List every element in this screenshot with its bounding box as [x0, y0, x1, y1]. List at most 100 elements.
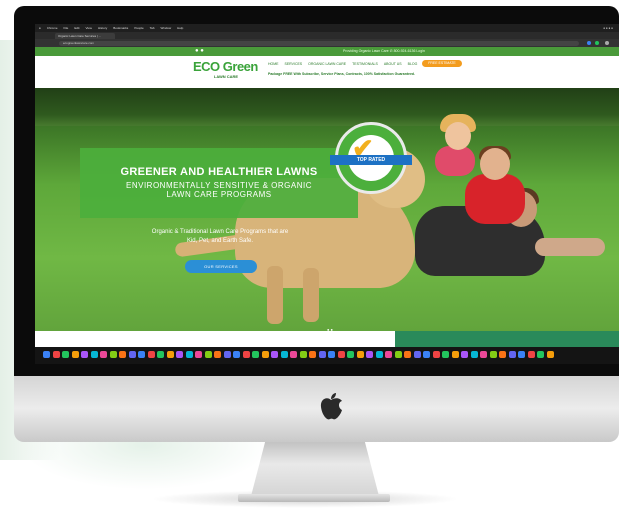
extension-icon[interactable] [587, 41, 591, 45]
taskbar-app-icon[interactable] [252, 351, 259, 358]
menu-item[interactable]: History [98, 26, 107, 30]
taskbar-app-icon[interactable] [147, 351, 155, 358]
taskbar-app-icon[interactable] [385, 351, 392, 358]
hero-subtitle: ENVIRONMENTALLY SENSITIVE & ORGANIC LAWN… [80, 181, 358, 199]
extension-icon[interactable] [595, 41, 599, 45]
nav-item-blog[interactable]: BLOG [408, 62, 418, 66]
imac-stand [250, 440, 380, 500]
taskbar-app-icon[interactable] [470, 351, 478, 358]
hero-photo-person-legs [535, 238, 605, 256]
hero-photo-girl-head [445, 122, 471, 150]
nav-item-home[interactable]: HOME [268, 62, 279, 66]
taskbar-app-icon[interactable] [81, 351, 88, 358]
taskbar-app-icon[interactable] [461, 351, 468, 358]
taskbar-app-icon[interactable] [309, 351, 316, 358]
taskbar-app-icon[interactable] [451, 351, 459, 358]
main-nav: HOME SERVICES ORGANIC LAWN CARE TESTIMON… [268, 62, 417, 66]
taskbar-app-icon[interactable] [290, 351, 297, 358]
hero-title: GREENER AND HEALTHIER LAWNS [120, 166, 318, 178]
taskbar-app-icon[interactable] [508, 351, 516, 358]
taskbar-app-icon[interactable] [347, 351, 354, 358]
taskbar-app-icon[interactable] [195, 351, 202, 358]
taskbar-app-icon[interactable] [280, 351, 288, 358]
taskbar-app-icon[interactable] [138, 351, 145, 358]
taskbar-app-icon[interactable] [432, 351, 440, 358]
taskbar-app-icon[interactable] [489, 351, 497, 358]
site-utility-bar: ● ● Providing Organic Lawn Care ✆ 800-92… [35, 47, 619, 56]
taskbar-app-icon[interactable] [204, 351, 212, 358]
taskbar-app-icon[interactable] [518, 351, 525, 358]
nav-item-services[interactable]: SERVICES [285, 62, 303, 66]
taskbar-app-icon[interactable] [43, 351, 50, 358]
menu-item[interactable]: Edit [74, 26, 79, 30]
menu-item[interactable]: Tab [150, 26, 155, 30]
taskbar-app-icon[interactable] [442, 351, 449, 358]
profile-icon[interactable] [605, 41, 609, 45]
site-header: ECO Green LAWN CARE HOME SERVICES ORGANI… [35, 56, 619, 88]
taskbar-app-icon[interactable] [337, 351, 345, 358]
menu-item[interactable]: Bookmarks [113, 26, 128, 30]
taskbar-app-icon[interactable] [242, 351, 250, 358]
taskbar-app-icon[interactable] [128, 351, 136, 358]
taskbar-app-icon[interactable] [527, 351, 535, 358]
taskbar-app-icon[interactable] [318, 351, 326, 358]
social-icons[interactable]: ● ● [195, 48, 204, 54]
menu-item[interactable]: Help [177, 26, 183, 30]
our-services-button[interactable]: OUR SERVICES [185, 260, 257, 273]
taskbar-app-icon[interactable] [233, 351, 240, 358]
taskbar-app-icon[interactable] [214, 351, 221, 358]
free-estimate-button[interactable]: FREE ESTIMATE [422, 60, 462, 67]
taskbar-app-icon[interactable] [271, 351, 278, 358]
taskbar-app-icon[interactable] [52, 351, 60, 358]
address-bar[interactable]: ecogreenlawncare.com [59, 40, 579, 46]
menu-item[interactable]: Window [161, 26, 172, 30]
taskbar-app-icon[interactable] [546, 351, 554, 358]
taskbar-app-icon[interactable] [375, 351, 383, 358]
apple-menu-icon[interactable]: ● [39, 26, 41, 30]
taskbar-app-icon[interactable] [62, 351, 69, 358]
taskbar-app-icon[interactable] [328, 351, 335, 358]
taskbar-app-icon[interactable] [166, 351, 174, 358]
hero-photo-dog-leg [303, 268, 319, 322]
hero-body-line: Organic & Traditional Lawn Care Programs… [151, 229, 289, 235]
taskbar-app-icon[interactable] [185, 351, 193, 358]
taskbar-app-icon[interactable] [176, 351, 183, 358]
nav-item-testimonials[interactable]: TESTIMONIALS [352, 62, 378, 66]
nav-item-about[interactable]: ABOUT US [384, 62, 402, 66]
taskbar-app-icon[interactable] [223, 351, 231, 358]
taskbar-app-icon[interactable] [394, 351, 402, 358]
taskbar-app-icon[interactable] [299, 351, 307, 358]
taskbar-app-icon[interactable] [480, 351, 487, 358]
browser-tab-bar: Organic Lawn Care Services | ... [35, 32, 619, 39]
utility-contact-text[interactable]: Providing Organic Lawn Care ✆ 800-924-61… [343, 49, 425, 53]
taskbar-app-icon[interactable] [356, 351, 364, 358]
hero-section: GREENER AND HEALTHIER LAWNS ENVIRONMENTA… [35, 88, 619, 331]
site-logo[interactable]: ECO Green LAWN CARE [193, 58, 259, 79]
taskbar-app-icon[interactable] [404, 351, 411, 358]
taskbar-app-icon[interactable] [499, 351, 506, 358]
taskbar-app-icon[interactable] [119, 351, 126, 358]
taskbar-app-icon[interactable] [90, 351, 98, 358]
taskbar-app-icon[interactable] [157, 351, 164, 358]
taskbar-app-icon[interactable] [261, 351, 269, 358]
menu-item[interactable]: People [134, 26, 143, 30]
taskbar-app-icon[interactable] [537, 351, 544, 358]
taskbar-app-icon[interactable] [366, 351, 373, 358]
taskbar-app-icon[interactable] [413, 351, 421, 358]
slider-dots[interactable]: ● ● [327, 327, 333, 332]
hero-photo-child-head [480, 148, 510, 180]
page-section-green [395, 331, 619, 347]
menu-item[interactable]: File [63, 26, 68, 30]
taskbar-app-icon[interactable] [71, 351, 79, 358]
status-icons[interactable]: ● ● ● ● [603, 26, 619, 30]
menu-item[interactable]: Chrome [47, 26, 58, 30]
top-rated-badge: ✔ TOP RATED [330, 122, 412, 194]
promo-text: Package FREE With Subscribe, Service Pla… [268, 72, 416, 76]
taskbar-app-icon[interactable] [423, 351, 430, 358]
taskbar-app-icon[interactable] [100, 351, 107, 358]
imac-stand-foot [238, 494, 390, 502]
imac-screen: ● Chrome File Edit View History Bookmark… [35, 24, 619, 364]
nav-item-organic[interactable]: ORGANIC LAWN CARE [308, 62, 346, 66]
menu-item[interactable]: View [86, 26, 92, 30]
taskbar-app-icon[interactable] [109, 351, 117, 358]
